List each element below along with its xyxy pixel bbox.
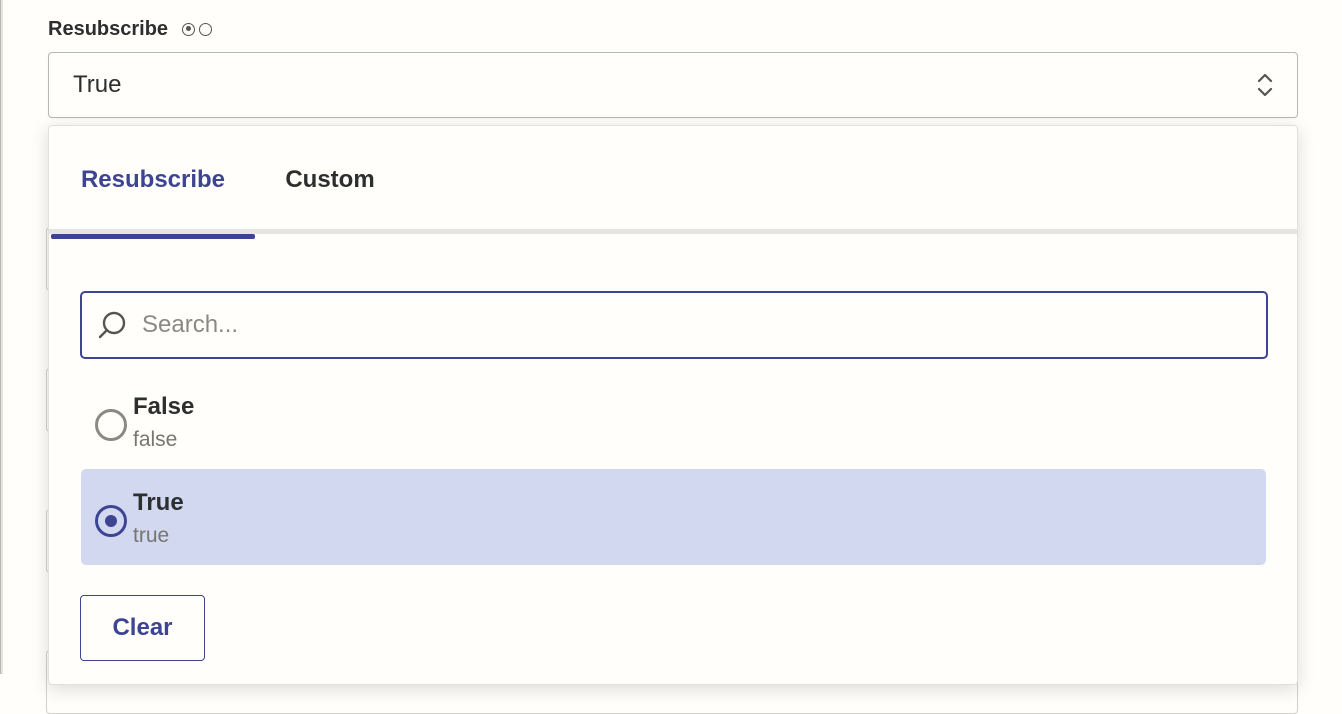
tab-custom[interactable]: Custom [265, 126, 395, 234]
option-value: true [133, 524, 170, 547]
radio-button[interactable] [95, 409, 127, 441]
resubscribe-select[interactable]: True [48, 52, 1298, 118]
search-input[interactable] [142, 311, 1242, 339]
clear-button[interactable]: Clear [80, 595, 205, 661]
option-value: false [133, 428, 178, 451]
radio-button-checked[interactable] [95, 505, 127, 537]
dropdown-tabs: Resubscribe Custom [49, 126, 1297, 239]
option-false[interactable]: False false [81, 373, 1266, 469]
left-border [0, 0, 3, 674]
field-label-row: Resubscribe [48, 15, 213, 43]
option-label: False [133, 393, 195, 420]
option-true[interactable]: True true [81, 469, 1266, 565]
radio-empty-icon [199, 22, 213, 36]
select-dropdown-panel: Resubscribe Custom False false True true… [48, 125, 1298, 685]
field-label: Resubscribe [48, 17, 169, 40]
select-value: True [73, 71, 122, 98]
search-icon [98, 311, 126, 339]
field-type-icons [182, 22, 213, 36]
search-box[interactable] [80, 291, 1268, 359]
option-label: True [133, 489, 184, 516]
chevron-up-down-icon [1257, 73, 1273, 97]
radio-filled-icon [182, 22, 196, 36]
tab-resubscribe[interactable]: Resubscribe [51, 126, 255, 239]
